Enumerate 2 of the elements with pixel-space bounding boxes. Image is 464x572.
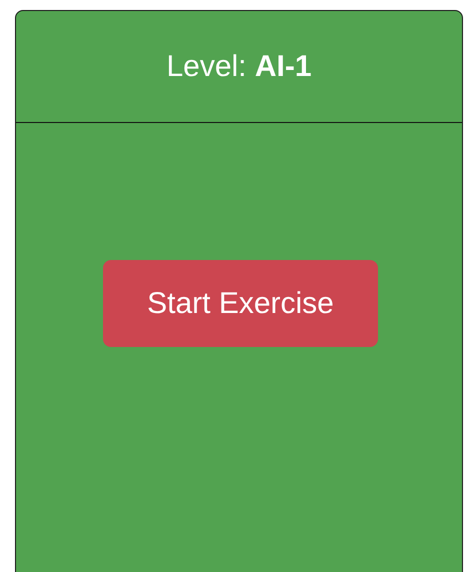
- start-exercise-button[interactable]: Start Exercise: [103, 260, 378, 347]
- level-title: Level: AI-1: [166, 50, 312, 84]
